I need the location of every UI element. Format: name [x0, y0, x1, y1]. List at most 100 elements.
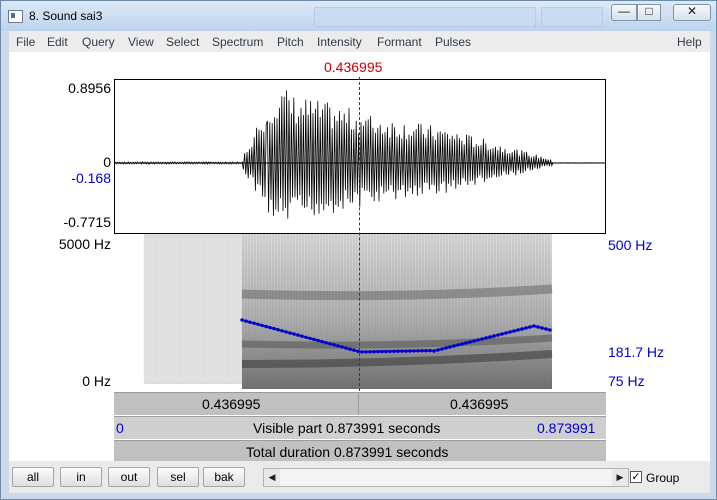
- pitch-point: [492, 334, 496, 338]
- pitch-point: [412, 349, 416, 353]
- pitch-value-label: 181.7 Hz: [608, 344, 665, 360]
- pitch-point: [352, 348, 356, 352]
- window-frame-right: [710, 31, 716, 499]
- minimize-icon: —: [618, 4, 630, 18]
- pitch-point: [296, 333, 300, 337]
- pitch-point: [288, 331, 292, 335]
- pitch-point: [496, 333, 500, 337]
- selection-time-bar[interactable]: [114, 392, 606, 415]
- window-title: 8. Sound sai3: [29, 9, 103, 23]
- group-checkbox[interactable]: ✓: [630, 471, 642, 483]
- menu-edit[interactable]: Edit: [47, 35, 68, 49]
- pitch-point: [276, 328, 280, 332]
- pitch-point: [540, 326, 544, 330]
- pitch-point: [480, 337, 484, 341]
- pitch-point: [420, 349, 424, 353]
- pitch-point: [380, 349, 384, 354]
- pitch-point: [368, 350, 372, 354]
- pitch-point: [416, 349, 420, 353]
- checkmark-icon: ✓: [631, 471, 641, 483]
- waveform-panel[interactable]: [114, 79, 606, 234]
- waveform-cursor-value-label: -0.168: [71, 170, 111, 186]
- pitch-point: [324, 341, 328, 345]
- pitch-point: [272, 326, 276, 331]
- pitch-point: [472, 339, 476, 343]
- pitch-point: [436, 348, 440, 352]
- pitch-point: [548, 328, 552, 332]
- pitch-point: [300, 334, 304, 338]
- window-frame-left: [1, 31, 9, 499]
- window-icon: [8, 10, 23, 23]
- menu-file[interactable]: File: [16, 35, 35, 49]
- pitch-point: [372, 350, 376, 354]
- menu-spectrum[interactable]: Spectrum: [212, 35, 263, 49]
- time-left-label: 0.436995: [202, 396, 261, 412]
- pitch-point: [392, 349, 396, 353]
- pitch-point: [432, 349, 436, 353]
- menu-view[interactable]: View: [128, 35, 154, 49]
- menu-pulses[interactable]: Pulses: [435, 35, 471, 49]
- title-bar[interactable]: 8. Sound sai3 — □ ✕: [1, 1, 716, 31]
- scroll-right-icon[interactable]: ▶: [612, 469, 628, 486]
- pitch-point: [452, 344, 456, 348]
- pitch-point: [500, 332, 504, 336]
- cursor-time-label: 0.436995: [324, 59, 383, 75]
- pitch-point: [456, 343, 460, 347]
- pitch-point: [316, 338, 320, 343]
- pitch-point: [404, 349, 408, 353]
- horizontal-scrollbar[interactable]: ◀ ▶: [263, 468, 629, 487]
- pitch-point: [448, 345, 452, 349]
- zoom-all-button[interactable]: all: [12, 467, 54, 487]
- pitch-point: [256, 322, 260, 326]
- spectrogram-svg: [143, 234, 553, 389]
- menu-query[interactable]: Query: [82, 35, 115, 49]
- pitch-point: [400, 349, 404, 353]
- zoom-selection-button[interactable]: sel: [157, 467, 199, 487]
- pitch-point: [348, 347, 352, 351]
- pitch-point: [332, 343, 336, 347]
- pitch-point: [444, 346, 448, 350]
- window-frame-bottom: [1, 493, 716, 499]
- zoom-back-button[interactable]: bak: [203, 467, 245, 487]
- spectrogram-panel[interactable]: [114, 234, 606, 391]
- pitch-point: [260, 323, 264, 328]
- pitch-point: [532, 324, 536, 328]
- pitch-point: [340, 345, 344, 349]
- menu-intensity[interactable]: Intensity: [317, 35, 362, 49]
- menu-pitch[interactable]: Pitch: [277, 35, 304, 49]
- pitch-point: [336, 344, 340, 348]
- menu-select[interactable]: Select: [166, 35, 199, 49]
- pitch-point: [460, 342, 464, 346]
- waveform-zero-label: 0: [103, 154, 111, 170]
- pitch-point: [280, 329, 284, 333]
- pitch-point: [264, 324, 268, 329]
- pitch-point: [476, 338, 480, 342]
- close-button[interactable]: ✕: [673, 4, 711, 21]
- pitch-point: [244, 319, 248, 323]
- visible-end-label: 0.873991: [537, 420, 596, 436]
- pitch-point: [488, 335, 492, 339]
- zoom-in-button[interactable]: in: [60, 467, 102, 487]
- background-window-ghost: [541, 7, 603, 27]
- pitch-point: [284, 330, 288, 334]
- waveform-max-label: 0.8956: [68, 80, 111, 96]
- pitch-point: [388, 349, 392, 354]
- pitch-point: [524, 326, 528, 330]
- sound-editor-window: 8. Sound sai3 — □ ✕ File Edit Query View…: [0, 0, 717, 500]
- minimize-button[interactable]: —: [611, 4, 637, 21]
- pitch-point: [536, 325, 540, 329]
- zoom-out-button[interactable]: out: [108, 467, 150, 487]
- pitch-point: [468, 340, 472, 344]
- visible-start-label: 0: [116, 420, 124, 436]
- pitch-point: [248, 320, 252, 324]
- scroll-left-icon[interactable]: ◀: [264, 469, 280, 486]
- menu-formant[interactable]: Formant: [377, 35, 422, 49]
- pitch-point: [328, 342, 332, 346]
- menu-help[interactable]: Help: [677, 35, 702, 49]
- pitch-point: [364, 350, 368, 354]
- maximize-button[interactable]: □: [637, 4, 661, 21]
- menu-bar: File Edit Query View Select Spectrum Pit…: [9, 31, 710, 52]
- total-duration-label: Total duration 0.873991 seconds: [246, 444, 449, 460]
- waveform-svg: [114, 90, 605, 219]
- close-icon: ✕: [686, 4, 698, 18]
